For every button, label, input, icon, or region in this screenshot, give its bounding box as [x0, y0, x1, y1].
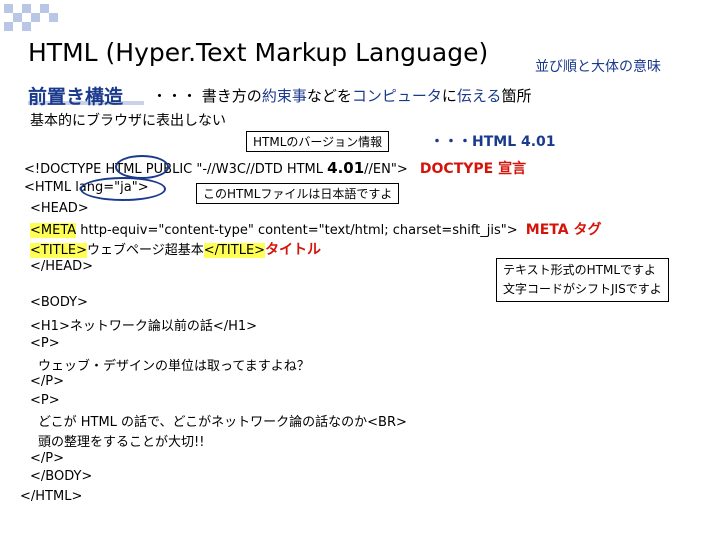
desc-keyword-convey: 伝える	[456, 87, 502, 105]
desc-part: 書き方の	[201, 87, 262, 105]
p-close-line: </P>	[30, 451, 65, 466]
meta-label: META タグ	[525, 222, 602, 238]
p-open-line: <P>	[30, 336, 60, 351]
decorative-checker-pattern	[4, 4, 60, 34]
body-close-line: </BODY>	[30, 469, 93, 484]
h1-line: <H1>ネットワーク論以前の話</H1>	[30, 319, 258, 334]
lang-oval-marker	[80, 177, 166, 201]
title-label: タイトル	[265, 242, 322, 258]
desc-keyword-computer: コンピュータ	[351, 87, 442, 105]
desc-part: 箇所	[501, 87, 532, 105]
version-info-callout: HTMLのバージョン情報	[246, 131, 390, 152]
html-oval-marker	[115, 155, 169, 179]
desc-keyword-rules: 約束事	[261, 87, 307, 105]
subtitle-order-meaning: 並び順と大体の意味	[535, 59, 661, 75]
japanese-callout: このHTMLファイルは日本語ですよ	[196, 183, 400, 204]
head-open-line: <HEAD>	[30, 201, 89, 216]
doctype-end: //EN">	[364, 162, 408, 177]
head-close-line: </HEAD>	[30, 259, 94, 274]
pre-structure-description: ・・・ 書き方の約束事などをコンピュータに伝える箇所	[152, 85, 531, 106]
body-open-line: <BODY>	[30, 295, 88, 310]
text-format-line-1: テキスト形式のHTMLですよ	[503, 263, 657, 277]
basic-note: 基本的にブラウザに表出しない	[30, 113, 226, 129]
slide-title: HTML (Hyper.Text Markup Language)	[28, 38, 489, 67]
meta-line: <META http-equiv="content-type" content=…	[30, 219, 601, 239]
title-open-highlight: <TITLE>	[30, 243, 87, 258]
title-text: ウェブページ超基本	[86, 243, 204, 258]
pre-structure-heading: 前置き構造	[28, 86, 124, 108]
desc-part: に	[441, 87, 457, 105]
meta-tag-highlight: <META	[30, 223, 77, 238]
doctype-text: <!DOCTYPE HTML PUBLIC "-//W3C//DTD HTML	[24, 162, 328, 177]
desc-part: などを	[306, 87, 352, 105]
meta-attributes: http-equiv="content-type" content="text/…	[76, 223, 518, 238]
doctype-label: DOCTYPE 宣言	[419, 161, 527, 177]
title-line: <TITLE>ウェブページ超基本</TITLE>タイトル	[30, 239, 321, 259]
text-format-line-2: 文字コードがシフトJISですよ	[503, 282, 662, 296]
version-label: ・・・HTML 4.01	[430, 134, 556, 150]
desc-dots: ・・・	[152, 87, 198, 105]
title-close-highlight: </TITLE>	[203, 243, 266, 258]
p-close-line: </P>	[30, 374, 65, 389]
html-close-line: </HTML>	[20, 489, 83, 504]
p-text-line: 頭の整理をすることが大切!!	[38, 435, 205, 450]
p-text-line: どこが HTML の話で、どこがネットワーク論の話なのか<BR>	[38, 415, 407, 430]
doctype-version: 4.01	[327, 159, 365, 177]
p-open-line: <P>	[30, 393, 60, 408]
doctype-line: <!DOCTYPE HTML PUBLIC "-//W3C//DTD HTML …	[24, 158, 526, 178]
text-format-callout: テキスト形式のHTMLですよ 文字コードがシフトJISですよ	[496, 258, 669, 302]
p-text-line: ウェッブ・デザインの単位は取ってますよね？	[38, 359, 310, 374]
